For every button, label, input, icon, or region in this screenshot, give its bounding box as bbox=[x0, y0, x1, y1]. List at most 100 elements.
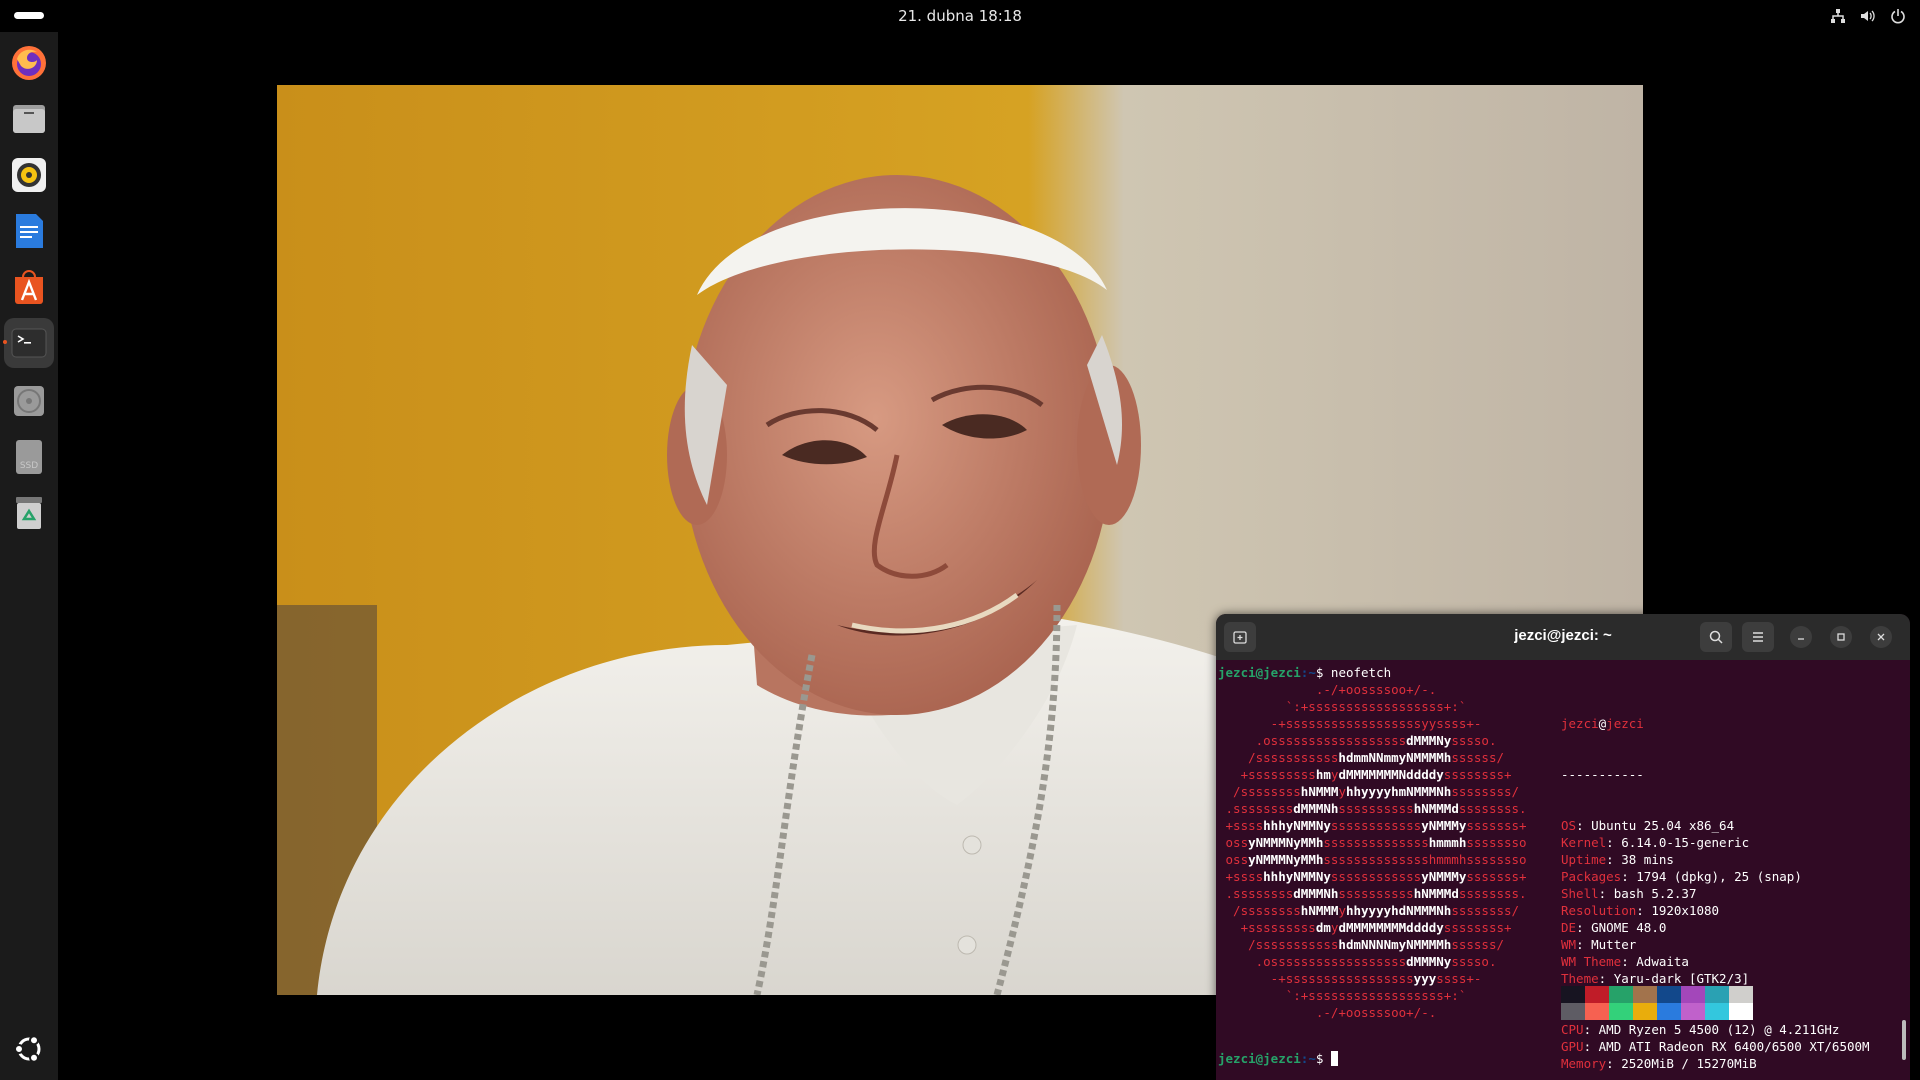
color-swatch bbox=[1705, 986, 1729, 1003]
rhythmbox-icon bbox=[12, 158, 46, 192]
info-row: Shell: bash 5.2.37 bbox=[1561, 886, 1697, 901]
info-row: GPU: AMD ATI Radeon RX 6400/6500 XT/6500… bbox=[1561, 1039, 1870, 1054]
color-palette bbox=[1561, 986, 1753, 1020]
info-row: Kernel: 6.14.0-15-generic bbox=[1561, 835, 1750, 850]
dock-app-center[interactable] bbox=[4, 262, 54, 312]
info-host: jezci bbox=[1606, 716, 1644, 731]
info-row: DE: GNOME 48.0 bbox=[1561, 920, 1667, 935]
info-value: Adwaita bbox=[1636, 954, 1689, 969]
ascii-line: .ssssssssdMMMNhsssssssssshNMMMdssssssss. bbox=[1218, 886, 1527, 901]
info-label: Theme bbox=[1561, 971, 1599, 986]
info-row: OS: Ubuntu 25.04 x86_64 bbox=[1561, 818, 1735, 833]
info-user: jezci bbox=[1561, 716, 1599, 731]
info-value: 2520MiB / 15270MiB bbox=[1621, 1056, 1757, 1071]
terminal-header-bar[interactable]: jezci@jezci: ~ bbox=[1216, 614, 1910, 660]
ascii-line: +sssshhhyNMMNyssssssssssssyNMMMysssssss+ bbox=[1218, 818, 1527, 833]
info-value: 1920x1080 bbox=[1651, 903, 1720, 918]
firefox-icon bbox=[12, 46, 46, 80]
info-rows: OS: Ubuntu 25.04 x86_64 Kernel: 6.14.0-15… bbox=[1561, 817, 1870, 1072]
show-apps-button[interactable] bbox=[4, 1024, 54, 1074]
color-swatch bbox=[1657, 1003, 1681, 1020]
minimize-icon bbox=[1798, 638, 1804, 640]
ascii-line: .ssssssssdMMMNhsssssssssshNMMMdssssssss. bbox=[1218, 801, 1527, 816]
trash-icon bbox=[16, 497, 42, 529]
color-swatch bbox=[1633, 1003, 1657, 1020]
color-swatch bbox=[1561, 986, 1585, 1003]
close-button[interactable] bbox=[1870, 626, 1892, 648]
info-label: Packages bbox=[1561, 869, 1622, 884]
info-value: AMD ATI Radeon RX 6400/6500 XT/6500M bbox=[1598, 1039, 1870, 1054]
prompt-symbol: $ bbox=[1315, 1051, 1324, 1066]
dock-ssd[interactable]: SSD bbox=[4, 432, 54, 482]
volume-icon[interactable] bbox=[1858, 6, 1878, 26]
dock-files[interactable] bbox=[4, 94, 54, 144]
info-label: OS bbox=[1561, 818, 1577, 833]
info-value: AMD Ryzen 5 4500 (12) @ 4.211GHz bbox=[1598, 1022, 1840, 1037]
scrollbar[interactable] bbox=[1902, 1020, 1906, 1060]
ascii-line: `:+ssssssssssssssssss+:` bbox=[1218, 699, 1467, 714]
info-value: Yaru-dark [GTK2/3] bbox=[1613, 971, 1750, 986]
color-swatch bbox=[1681, 1003, 1705, 1020]
ascii-line: /ssssssssssshdmNNNNmyNMMMMhssssss/ bbox=[1218, 937, 1504, 952]
search-button[interactable] bbox=[1700, 622, 1732, 652]
info-separator: ----------- bbox=[1561, 767, 1644, 782]
running-indicator bbox=[3, 340, 7, 344]
info-value: Ubuntu 25.04 x86_64 bbox=[1591, 818, 1735, 833]
ubuntu-logo-icon bbox=[14, 1035, 41, 1063]
menu-button[interactable] bbox=[1742, 622, 1774, 652]
prompt-path: :~ bbox=[1300, 1051, 1316, 1066]
info-label: Shell bbox=[1561, 886, 1599, 901]
ascii-line: +ssssssssshmydMMMMMMMNddddyssssssss+ bbox=[1218, 767, 1512, 782]
text-cursor bbox=[1330, 1051, 1338, 1066]
ascii-line: .-/+oossssoo+/-. bbox=[1218, 682, 1437, 697]
dock: SSD bbox=[0, 32, 58, 1080]
system-info: jezci@jezci ----------- OS: Ubuntu 25.04… bbox=[1561, 681, 1870, 1080]
power-icon[interactable] bbox=[1888, 6, 1908, 26]
color-swatch bbox=[1609, 986, 1633, 1003]
current-prompt[interactable]: jezci@jezci:~$ bbox=[1218, 1050, 1338, 1067]
info-row: Theme: Yaru-dark [GTK2/3] bbox=[1561, 971, 1750, 986]
dock-rhythmbox[interactable] bbox=[4, 150, 54, 200]
svg-text:SSD: SSD bbox=[20, 461, 38, 471]
libreoffice-writer-icon bbox=[16, 214, 43, 248]
color-swatch bbox=[1729, 1003, 1753, 1020]
command-text: neofetch bbox=[1323, 665, 1392, 680]
dock-firefox[interactable] bbox=[4, 38, 54, 88]
close-icon bbox=[1877, 633, 1885, 641]
info-value: Mutter bbox=[1591, 937, 1637, 952]
dock-writer[interactable] bbox=[4, 206, 54, 256]
files-icon bbox=[13, 105, 45, 133]
minimize-button[interactable] bbox=[1790, 626, 1812, 648]
info-label: GPU bbox=[1561, 1039, 1584, 1054]
color-swatch bbox=[1729, 986, 1753, 1003]
color-swatch bbox=[1561, 1003, 1585, 1020]
terminal-icon bbox=[11, 328, 47, 358]
clock[interactable]: 21. dubna 18:18 bbox=[0, 7, 1920, 25]
info-label: Resolution bbox=[1561, 903, 1637, 918]
info-label: WM bbox=[1561, 937, 1577, 952]
dock-terminal[interactable] bbox=[3, 318, 54, 368]
ssd-drive-icon: SSD bbox=[16, 440, 42, 474]
network-icon[interactable] bbox=[1828, 6, 1848, 26]
color-swatch bbox=[1681, 986, 1705, 1003]
dock-trash[interactable] bbox=[4, 488, 54, 538]
search-icon bbox=[1709, 630, 1723, 644]
ascii-line: /ssssssssssshdmmNNmmyNMMMMhssssss/ bbox=[1218, 750, 1504, 765]
color-swatch bbox=[1585, 986, 1609, 1003]
terminal-body[interactable]: jezci@jezci:~$ neofetch .-/+oossssoo+/-.… bbox=[1216, 660, 1910, 1080]
dock-disc[interactable] bbox=[4, 376, 54, 426]
terminal-window[interactable]: jezci@jezci: ~ jezci@jezci:~$ neofetch .… bbox=[1216, 614, 1910, 1080]
system-tray[interactable] bbox=[1828, 6, 1908, 26]
ascii-line: +sssssssssdmydMMMMMMMMddddyssssssss+ bbox=[1218, 920, 1512, 935]
prompt-user: jezci@jezci bbox=[1218, 1051, 1301, 1066]
top-bar: 21. dubna 18:18 bbox=[0, 0, 1920, 32]
info-value: 1794 (dpkg), 25 (snap) bbox=[1636, 869, 1802, 884]
info-label: Kernel bbox=[1561, 835, 1607, 850]
info-label: DE bbox=[1561, 920, 1577, 935]
ubuntu-ascii-logo: .-/+oossssoo+/-. `:+ssssssssssssssssss+:… bbox=[1218, 681, 1527, 1021]
ascii-line: /sssssssshNMMMyhhyyyyhdNMMMNhssssssss/ bbox=[1218, 903, 1520, 918]
maximize-button[interactable] bbox=[1830, 626, 1852, 648]
info-value: bash 5.2.37 bbox=[1613, 886, 1697, 901]
info-row: WM: Mutter bbox=[1561, 937, 1637, 952]
ascii-line: ossyNMMMNyMMhsssssssssssssshmmmhssssssso bbox=[1218, 852, 1527, 867]
